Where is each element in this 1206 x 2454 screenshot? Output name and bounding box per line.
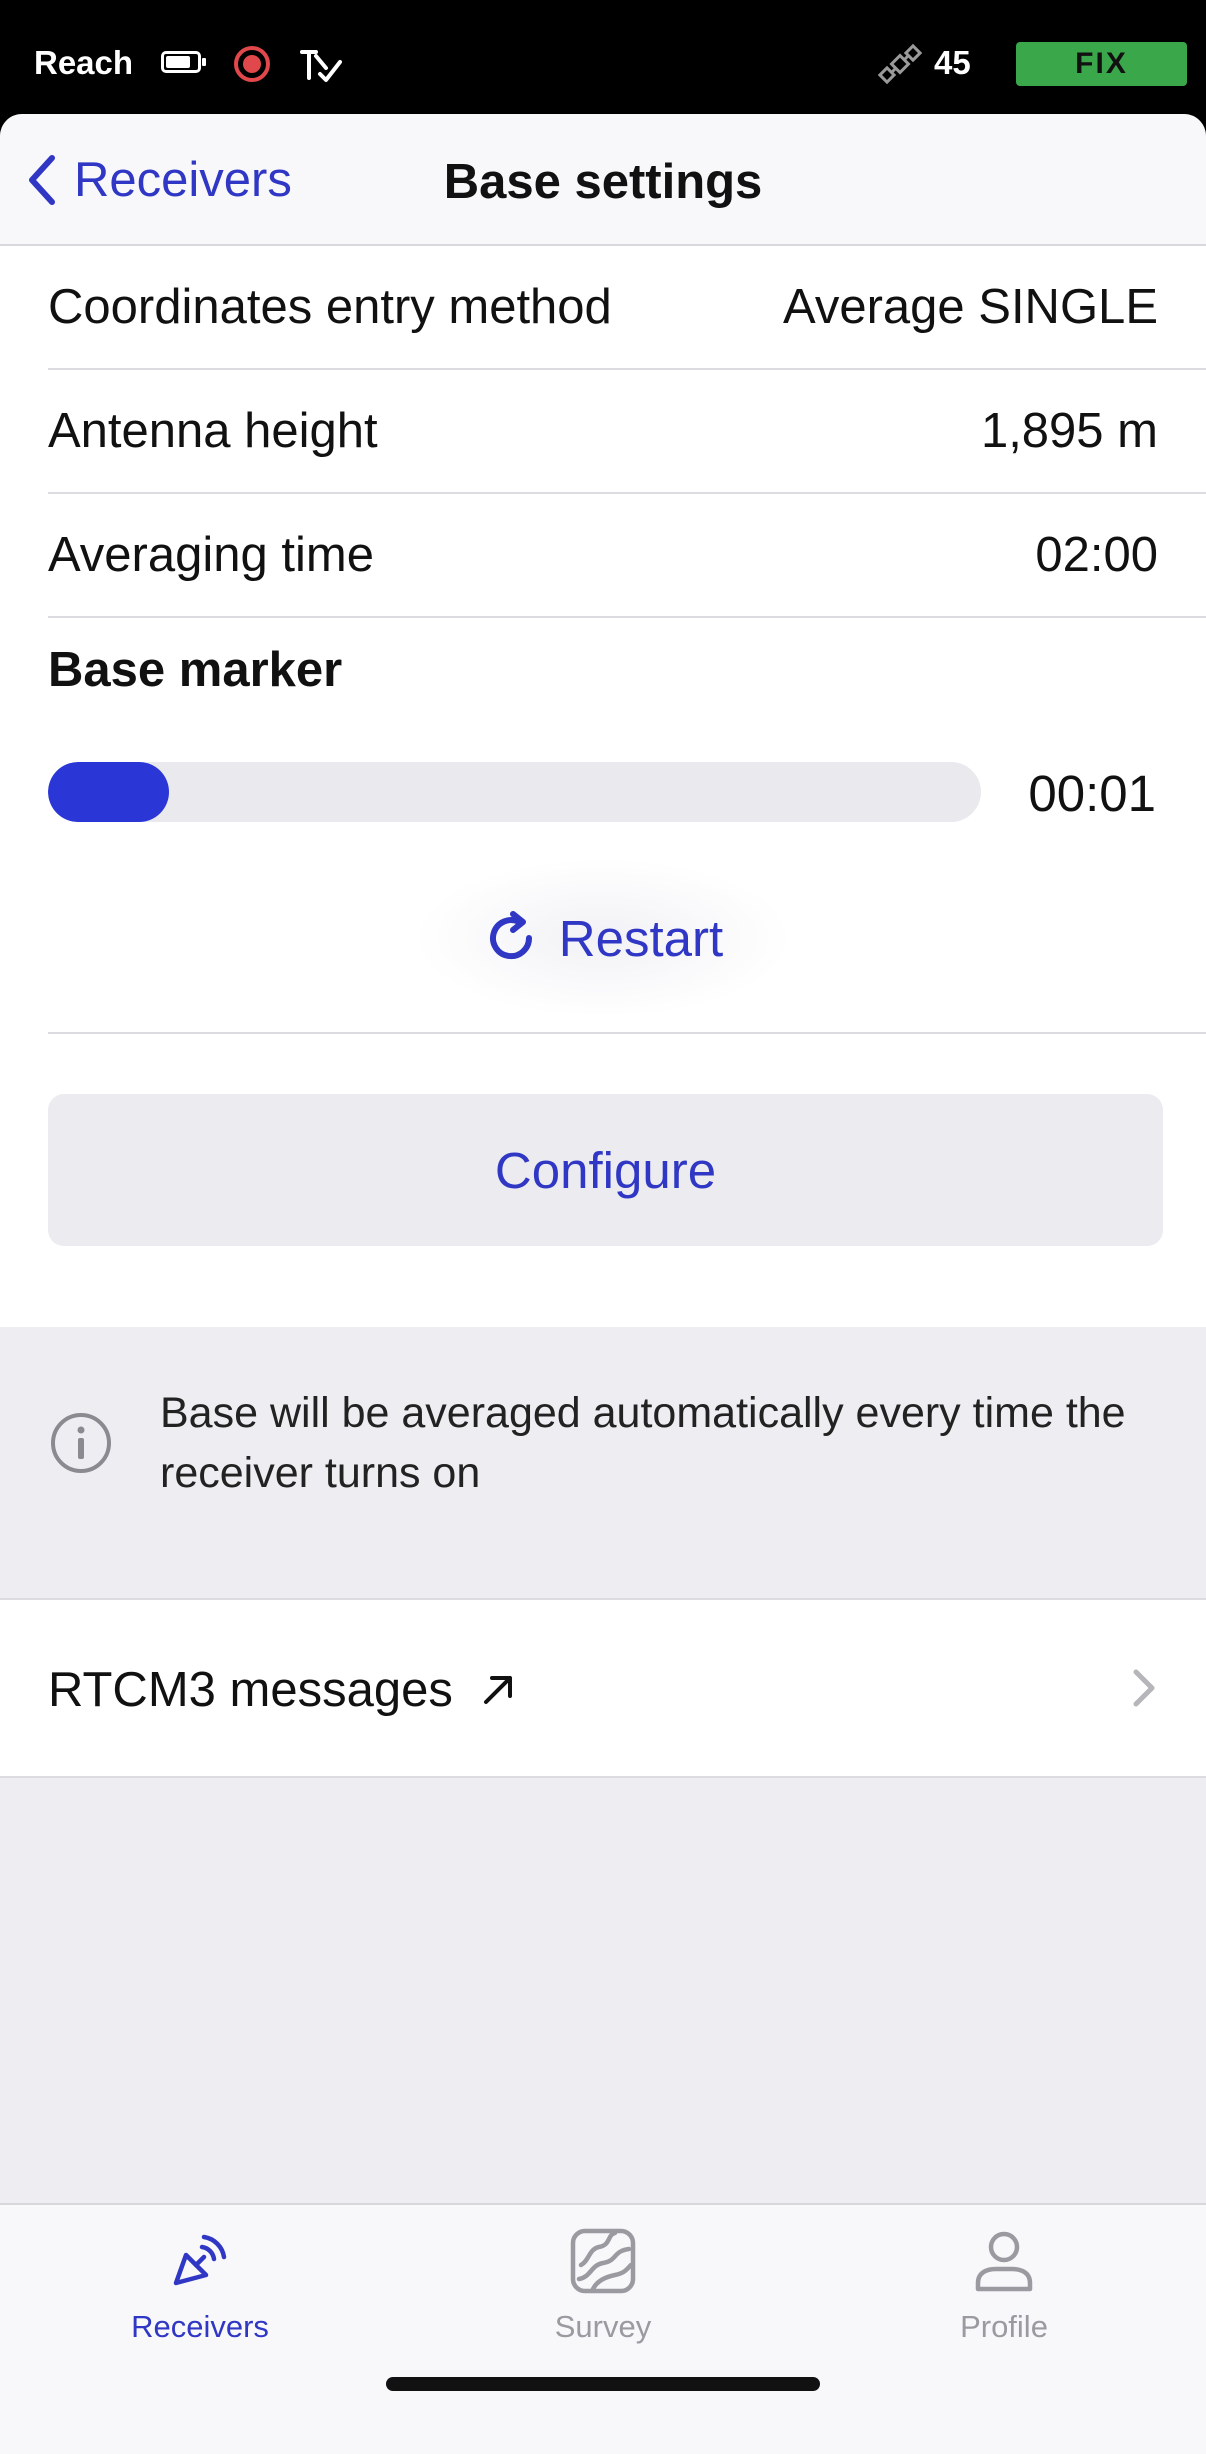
- chevron-right-icon: [1133, 1669, 1155, 1707]
- row-value: 02:00: [1035, 528, 1158, 582]
- row-label: Coordinates entry method: [48, 280, 612, 334]
- screen: Receivers Base settings Coordinates entr…: [0, 114, 1206, 2454]
- profile-icon: [975, 2231, 1033, 2292]
- back-label: Receivers: [74, 153, 292, 207]
- restart-label: Restart: [558, 909, 724, 967]
- rtcm3-label-wrap: RTCM3 messages: [48, 1662, 516, 1718]
- home-indicator: [386, 2377, 820, 2391]
- satellite-count: 45: [934, 44, 971, 81]
- restart-button[interactable]: Restart: [413, 858, 793, 1018]
- base-marker-title: Base marker: [48, 643, 343, 697]
- external-link-icon: [484, 1676, 513, 1704]
- navigation-bar: Receivers Base settings: [0, 114, 1206, 246]
- coordinates-entry-method-row[interactable]: Coordinates entry method Average SINGLE: [48, 246, 1206, 370]
- progress-fill: [48, 762, 170, 822]
- survey-icon: [570, 2228, 636, 2294]
- row-label: Antenna height: [48, 404, 378, 458]
- tab-label: Survey: [554, 2309, 652, 2344]
- settings-content: Coordinates entry method Average SINGLE …: [0, 246, 1206, 1327]
- averaging-progress-bar: [48, 762, 981, 822]
- rtcm3-messages-row[interactable]: RTCM3 messages: [0, 1598, 1206, 1778]
- battery-icon: [161, 51, 206, 73]
- tab-label: Profile: [960, 2309, 1048, 2344]
- rtcm3-label: RTCM3 messages: [48, 1663, 453, 1717]
- info-icon: [51, 1413, 111, 1473]
- tab-bar: Receivers Survey Profile: [0, 2203, 1206, 2454]
- satellite-icon: [878, 43, 922, 85]
- receivers-icon: [173, 2234, 227, 2286]
- info-text: Base will be averaged automatically ever…: [160, 1389, 1126, 1497]
- divider: [48, 1032, 1206, 1034]
- restart-icon: [489, 911, 532, 960]
- tab-profile[interactable]: Profile: [884, 2225, 1124, 2375]
- tools-icon: [300, 50, 342, 82]
- tab-receivers[interactable]: Receivers: [80, 2225, 320, 2375]
- row-value: 1,895 m: [980, 404, 1158, 458]
- row-value: Average SINGLE: [783, 280, 1158, 334]
- tab-label: Receivers: [131, 2309, 269, 2344]
- antenna-height-row[interactable]: Antenna height 1,895 m: [48, 370, 1206, 494]
- row-label: Averaging time: [48, 528, 374, 582]
- status-bar: Reach 45 FIX: [0, 0, 1206, 118]
- chevron-left-icon: [29, 155, 55, 205]
- carrier-label: Reach: [34, 44, 134, 81]
- record-icon: [234, 46, 270, 82]
- elapsed-time: 00:01: [1028, 765, 1156, 822]
- configure-button[interactable]: Configure: [48, 1094, 1163, 1246]
- averaging-time-row[interactable]: Averaging time 02:00: [48, 494, 1206, 618]
- fix-status-badge: FIX: [1016, 42, 1187, 86]
- info-banner: Base will be averaged automatically ever…: [0, 1327, 1206, 1599]
- back-button[interactable]: Receivers: [22, 148, 292, 212]
- tab-survey[interactable]: Survey: [483, 2225, 723, 2375]
